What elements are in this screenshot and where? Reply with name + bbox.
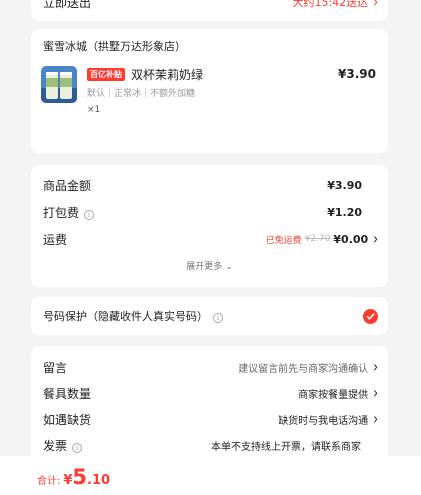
free-shipping-text: 已免运费 — [265, 235, 302, 246]
delivery-time-value: 大约15:42送达 › — [292, 0, 378, 12]
goods-amount-row: 商品金额 ¥3.90 — [43, 176, 378, 194]
shop-row[interactable]: 蜜雪冰城（拱墅万达形象店） — [43, 37, 378, 55]
chevron-down-icon: ⌄ — [225, 262, 233, 272]
chevron-right-icon: › — [373, 0, 378, 12]
tableware-value: 商家按餐量提供 › — [298, 383, 378, 403]
number-protection-label: 号码保护（隐藏收件人真实号码） i — [43, 308, 223, 324]
chevron-right-icon: › — [373, 383, 378, 403]
out-of-stock-row[interactable]: 如遇缺货 缺货时与我电话沟通 › — [43, 410, 378, 428]
goods-amount-value: ¥3.90 — [327, 178, 362, 192]
info-icon[interactable]: i — [84, 209, 95, 220]
invoice-row[interactable]: 发票 i 本单不支持线上开票，请联系商家 — [43, 436, 378, 454]
expand-more-button[interactable]: 展开更多 ⌄ — [31, 259, 388, 272]
tableware-label: 餐具数量 — [43, 386, 92, 401]
goods-amount-label: 商品金额 — [43, 178, 92, 193]
chevron-right-icon: › — [373, 229, 378, 249]
shipping-fee-value: 已免运费 ¥2.70 ¥0.00 › — [265, 229, 378, 249]
chevron-right-icon: › — [373, 409, 378, 429]
total-currency: ¥ — [63, 473, 73, 488]
delivery-time-card: 立即送出 大约15:42送达 › — [31, 0, 388, 21]
privacy-card: 号码保护（隐藏收件人真实号码） i — [31, 297, 388, 335]
shop-name: 蜜雪冰城（拱墅万达形象店） — [43, 40, 186, 53]
out-of-stock-label: 如遇缺货 — [43, 412, 92, 427]
shipping-fee-label: 运费 — [43, 232, 68, 247]
remark-row[interactable]: 留言 建议留言前先与商家沟通确认 › — [43, 358, 378, 376]
chevron-right-icon: › — [373, 357, 378, 377]
order-card: 蜜雪冰城（拱墅万达形象店） 百亿补贴 双杯茉莉奶绿 ¥3.90 默认｜正常冰｜不… — [31, 29, 388, 153]
shipping-fee-amount: ¥0.00 — [333, 232, 369, 246]
product-qty: ×1 — [87, 105, 101, 115]
remark-label: 留言 — [43, 360, 68, 375]
info-icon[interactable]: i — [213, 313, 223, 323]
options-card: 留言 建议留言前先与商家沟通确认 › 餐具数量 商家按餐量提供 › 如遇缺货 缺货时… — [31, 346, 388, 456]
packing-fee-value: ¥1.20 — [327, 205, 362, 219]
delivery-time-row[interactable]: 立即送出 大约15:42送达 › — [43, 0, 378, 11]
check-icon[interactable] — [363, 308, 378, 324]
tableware-row[interactable]: 餐具数量 商家按餐量提供 › — [43, 384, 378, 402]
shipping-fee-row[interactable]: 运费 已免运费 ¥2.70 ¥0.00 › — [43, 230, 378, 248]
total-decimal: .10 — [87, 473, 111, 488]
delivery-time-label: 立即送出 — [43, 0, 92, 10]
subsidy-badge: 百亿补贴 — [87, 67, 125, 81]
number-protection-row[interactable]: 号码保护（隐藏收件人真实号码） i — [43, 307, 378, 325]
total-integer: 5 — [72, 465, 88, 489]
product-price: ¥3.90 — [338, 67, 376, 81]
total-amount: 合计: ¥ 5 .10 — [37, 465, 110, 489]
fees-card: 商品金额 ¥3.90 打包费 i ¥1.20 运费 已免运费 ¥2.70 ¥0.0… — [31, 165, 388, 287]
info-icon[interactable]: i — [72, 442, 83, 453]
out-of-stock-value: 缺货时与我电话沟通 › — [278, 409, 378, 429]
invoice-label: 发票 i — [43, 437, 83, 454]
remark-value: 建议留言前先与商家沟通确认 › — [238, 357, 378, 377]
packing-fee-label: 打包费 i — [43, 204, 95, 221]
bottom-bar: 合计: ¥ 5 .10 — [0, 456, 421, 495]
product-image[interactable] — [41, 66, 77, 103]
product-spec: 默认｜正常冰｜不额外加糖 — [87, 89, 196, 99]
product-title: 百亿补贴 双杯茉莉奶绿 — [87, 66, 203, 82]
original-shipping-fee: ¥2.70 — [304, 234, 331, 244]
packing-fee-row: 打包费 i ¥1.20 — [43, 203, 378, 221]
total-label: 合计: — [37, 476, 61, 487]
invoice-value: 本单不支持线上开票，请联系商家 — [211, 441, 361, 453]
product-name: 双杯茉莉奶绿 — [131, 67, 204, 82]
